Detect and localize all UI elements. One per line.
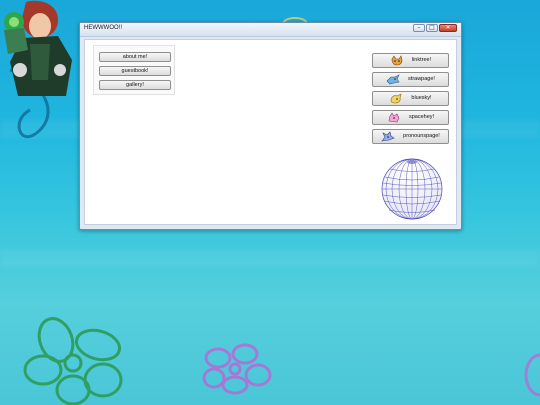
guestbook-button[interactable]: guestbook! [99, 66, 171, 76]
pronounspage-button[interactable]: pronounspage! [372, 129, 449, 144]
minimize-button[interactable]: – [413, 24, 425, 32]
gallery-button[interactable]: gallery! [99, 80, 171, 90]
bluesky-label: bluesky! [411, 95, 432, 101]
maximize-button[interactable]: □ [426, 24, 438, 32]
spacehey-button[interactable]: spacehey! [372, 110, 449, 125]
bluesky-button[interactable]: bluesky! [372, 91, 449, 106]
blue-dragon-icon [386, 74, 400, 85]
strawpage-label: strawpage! [408, 76, 435, 82]
spacehey-label: spacehey! [408, 114, 435, 120]
browser-window: HEWWWOO!! – □ ✕ about me! guestbook! gal… [79, 22, 462, 230]
purple-pokemon-icon [381, 131, 395, 142]
about-me-button[interactable]: about me! [99, 52, 171, 62]
pronounspage-label: pronounspage! [403, 133, 440, 139]
page-content: about me! guestbook! gallery! linktree! … [84, 39, 457, 225]
background-stripe [0, 250, 540, 268]
yellow-pokemon-icon [391, 93, 402, 104]
linktree-button[interactable]: linktree! [372, 53, 449, 68]
strawpage-button[interactable]: strawpage! [372, 72, 449, 87]
navigation-panel: about me! guestbook! gallery! [93, 45, 175, 95]
window-controls: – □ ✕ [413, 24, 457, 32]
green-flower-decoration [23, 317, 123, 405]
orange-cat-icon [391, 55, 403, 66]
wireframe-globe-graphic [381, 158, 443, 220]
linktree-label: linktree! [411, 57, 432, 63]
pink-pokemon-icon [388, 112, 400, 123]
purple-flower-partial-decoration [524, 353, 540, 397]
character-sticker-image [4, 0, 72, 96]
purple-flower-decoration [202, 343, 272, 395]
window-title: HEWWWOO!! [84, 25, 122, 31]
window-titlebar[interactable]: HEWWWOO!! – □ ✕ [80, 23, 461, 37]
close-button[interactable]: ✕ [439, 24, 457, 32]
